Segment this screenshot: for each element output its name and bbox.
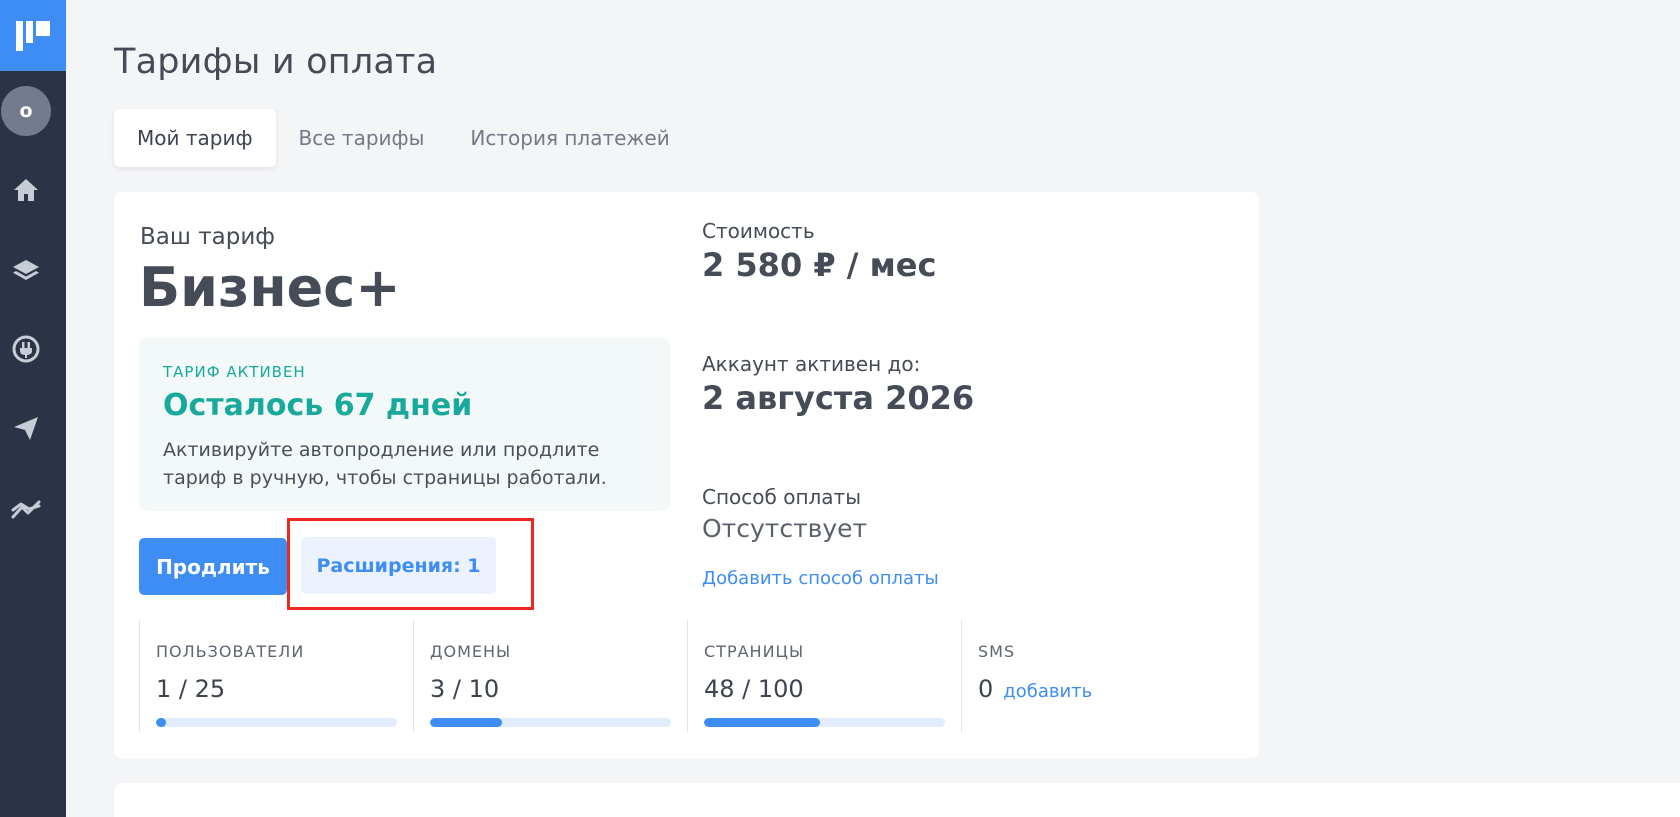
home-icon[interactable] [8,172,44,208]
active-until-value: 2 августа 2026 [702,379,975,417]
plan-label: Ваш тариф [140,224,275,250]
analytics-icon[interactable] [8,491,44,527]
stat-domains: ДОМЕНЫ 3 / 10 [413,620,687,732]
stat-pages: СТРАНИЦЫ 48 / 100 [687,620,961,732]
payment-method-label: Способ оплаты [702,485,861,509]
stat-sms: SMS 0 добавить [961,620,1235,732]
logo[interactable] [0,0,66,71]
payment-method-value: Отсутствует [702,514,868,543]
status-description: Активируйте автопродление или продлите т… [163,439,607,489]
usage-bar-fill [430,718,503,727]
layers-icon[interactable] [8,252,44,288]
renew-button[interactable]: Продлить [139,538,287,595]
plan-name: Бизнес+ [139,256,401,319]
logo-icon [16,20,50,51]
plan-status-box: ТАРИФ АКТИВЕН Осталось 67 дней Активируй… [139,338,670,511]
status-badge: ТАРИФ АКТИВЕН [163,363,306,381]
stat-users: ПОЛЬЗОВАТЕЛИ 1 / 25 [139,620,413,732]
page-title: Тарифы и оплата [114,42,438,82]
usage-bar [704,718,945,727]
stat-value: 48 / 100 [704,675,804,703]
cost-value: 2 580 ₽ / мес [702,246,937,284]
stat-label: ПОЛЬЗОВАТЕЛИ [156,642,305,661]
usage-bar [430,718,671,727]
usage-bar-fill [156,718,166,727]
stat-label: SMS [978,642,1016,661]
add-payment-method-link[interactable]: Добавить способ оплаты [702,568,939,589]
plan-card: Ваш тариф Бизнес+ ТАРИФ АКТИВЕН Осталось… [114,192,1259,758]
avatar[interactable]: o [1,86,51,136]
tab-all-plans[interactable]: Все тарифы [276,109,448,167]
sidebar: o [0,0,66,817]
add-sms-link[interactable]: добавить [1003,681,1092,702]
days-left: Осталось 67 дней [163,388,473,423]
cost-label: Стоимость [702,219,815,243]
stat-label: СТРАНИЦЫ [704,642,805,661]
tabs: Мой тариф Все тарифы История платежей [114,109,693,167]
send-icon[interactable] [8,410,44,446]
usage-bar-fill [704,718,820,727]
plug-icon[interactable] [8,331,44,367]
sms-count: 0 [978,675,994,703]
secondary-card [114,783,1680,817]
extensions-button[interactable]: Расширения: 1 [301,537,496,594]
active-until-label: Аккаунт активен до: [702,352,921,376]
stat-value: 3 / 10 [430,675,500,703]
stat-value: 1 / 25 [156,675,226,703]
stat-value: 0 добавить [978,675,1092,703]
tab-my-plan[interactable]: Мой тариф [114,109,276,167]
usage-bar [156,718,397,727]
tab-payment-history[interactable]: История платежей [447,109,692,167]
stat-label: ДОМЕНЫ [430,642,512,661]
usage-stats: ПОЛЬЗОВАТЕЛИ 1 / 25 ДОМЕНЫ 3 / 10 СТРАНИ… [139,620,1239,732]
